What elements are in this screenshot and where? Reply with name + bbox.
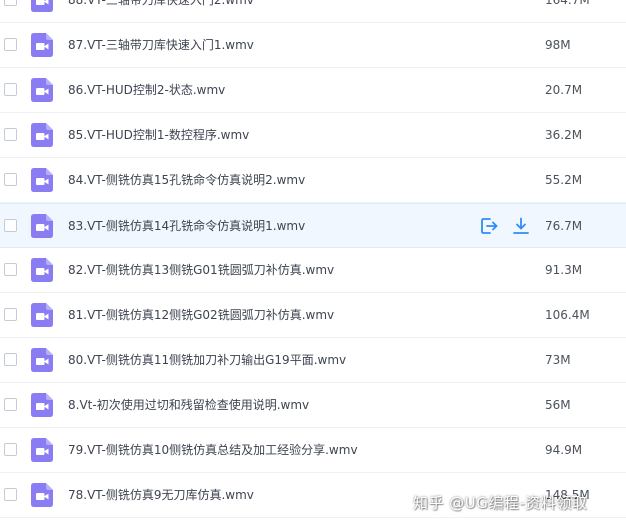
video-file-icon: [31, 483, 53, 507]
file-name[interactable]: 80.VT-侧铣仿真11侧铣加刀补刀输出G19平面.wmv: [68, 352, 346, 368]
row-checkbox[interactable]: [4, 443, 17, 456]
file-size: 76.7M: [545, 219, 583, 233]
row-checkbox[interactable]: [4, 0, 17, 6]
file-row[interactable]: 82.VT-侧铣仿真13侧铣G01铣圆弧刀补仿真.wmv 91.3M: [0, 248, 626, 293]
file-size: 98M: [545, 38, 571, 52]
video-file-icon: [31, 348, 53, 372]
row-checkbox[interactable]: [4, 308, 17, 321]
file-name[interactable]: 81.VT-侧铣仿真12侧铣G02铣圆弧刀补仿真.wmv: [68, 307, 334, 323]
file-name[interactable]: 79.VT-侧铣仿真10侧铣仿真总结及加工经验分享.wmv: [68, 442, 358, 458]
file-row[interactable]: 84.VT-侧铣仿真15孔铣命令仿真说明2.wmv 55.2M: [0, 158, 626, 203]
file-row[interactable]: 81.VT-侧铣仿真12侧铣G02铣圆弧刀补仿真.wmv 106.4M: [0, 293, 626, 338]
video-file-icon: [31, 438, 53, 462]
video-file-icon: [31, 258, 53, 282]
file-name[interactable]: 84.VT-侧铣仿真15孔铣命令仿真说明2.wmv: [68, 172, 305, 188]
file-row[interactable]: 80.VT-侧铣仿真11侧铣加刀补刀输出G19平面.wmv 73M: [0, 338, 626, 383]
file-name[interactable]: 85.VT-HUD控制1-数控程序.wmv: [68, 127, 249, 143]
row-checkbox[interactable]: [4, 263, 17, 276]
file-list: 88.VT-三轴带刀库快速入门2.wmv 164.7M 87.VT-三轴带刀库快…: [0, 0, 626, 518]
watermark: 知乎 @UG编程-资料领取: [413, 494, 588, 512]
file-name[interactable]: 87.VT-三轴带刀库快速入门1.wmv: [68, 37, 254, 53]
row-checkbox[interactable]: [4, 173, 17, 186]
file-name[interactable]: 86.VT-HUD控制2-状态.wmv: [68, 82, 225, 98]
file-row[interactable]: 87.VT-三轴带刀库快速入门1.wmv 98M: [0, 23, 626, 68]
file-name[interactable]: 8.Vt-初次使用过切和残留检查使用说明.wmv: [68, 397, 309, 413]
file-row[interactable]: 8.Vt-初次使用过切和残留检查使用说明.wmv 56M: [0, 383, 626, 428]
file-size: 56M: [545, 398, 571, 412]
file-size: 106.4M: [545, 308, 590, 322]
video-file-icon: [31, 393, 53, 417]
file-size: 73M: [545, 353, 571, 367]
row-checkbox[interactable]: [4, 398, 17, 411]
file-name[interactable]: 82.VT-侧铣仿真13侧铣G01铣圆弧刀补仿真.wmv: [68, 262, 334, 278]
file-size: 36.2M: [545, 128, 583, 142]
video-file-icon: [31, 168, 53, 192]
video-file-icon: [31, 214, 53, 238]
file-size: 91.3M: [545, 263, 583, 277]
file-size: 94.9M: [545, 443, 583, 457]
file-name[interactable]: 88.VT-三轴带刀库快速入门2.wmv: [68, 0, 254, 8]
video-file-icon: [31, 78, 53, 102]
file-row[interactable]: 79.VT-侧铣仿真10侧铣仿真总结及加工经验分享.wmv 94.9M: [0, 428, 626, 473]
file-size: 55.2M: [545, 173, 583, 187]
row-checkbox[interactable]: [4, 83, 17, 96]
download-icon[interactable]: [511, 216, 531, 236]
file-row[interactable]: 85.VT-HUD控制1-数控程序.wmv 36.2M: [0, 113, 626, 158]
row-checkbox[interactable]: [4, 38, 17, 51]
video-file-icon: [31, 33, 53, 57]
file-name[interactable]: 83.VT-侧铣仿真14孔铣命令仿真说明1.wmv: [68, 218, 305, 234]
row-checkbox[interactable]: [4, 488, 17, 501]
row-checkbox[interactable]: [4, 219, 17, 232]
share-icon[interactable]: [479, 216, 499, 236]
row-checkbox[interactable]: [4, 353, 17, 366]
file-row-hovered[interactable]: 83.VT-侧铣仿真14孔铣命令仿真说明1.wmv 76.7M: [0, 203, 626, 248]
file-size: 164.7M: [545, 0, 590, 7]
file-size: 20.7M: [545, 83, 583, 97]
video-file-icon: [31, 0, 53, 12]
video-file-icon: [31, 123, 53, 147]
row-checkbox[interactable]: [4, 128, 17, 141]
file-name[interactable]: 78.VT-侧铣仿真9无刀库仿真.wmv: [68, 487, 254, 503]
file-row[interactable]: 88.VT-三轴带刀库快速入门2.wmv 164.7M: [0, 0, 626, 23]
video-file-icon: [31, 303, 53, 327]
file-row[interactable]: 86.VT-HUD控制2-状态.wmv 20.7M: [0, 68, 626, 113]
